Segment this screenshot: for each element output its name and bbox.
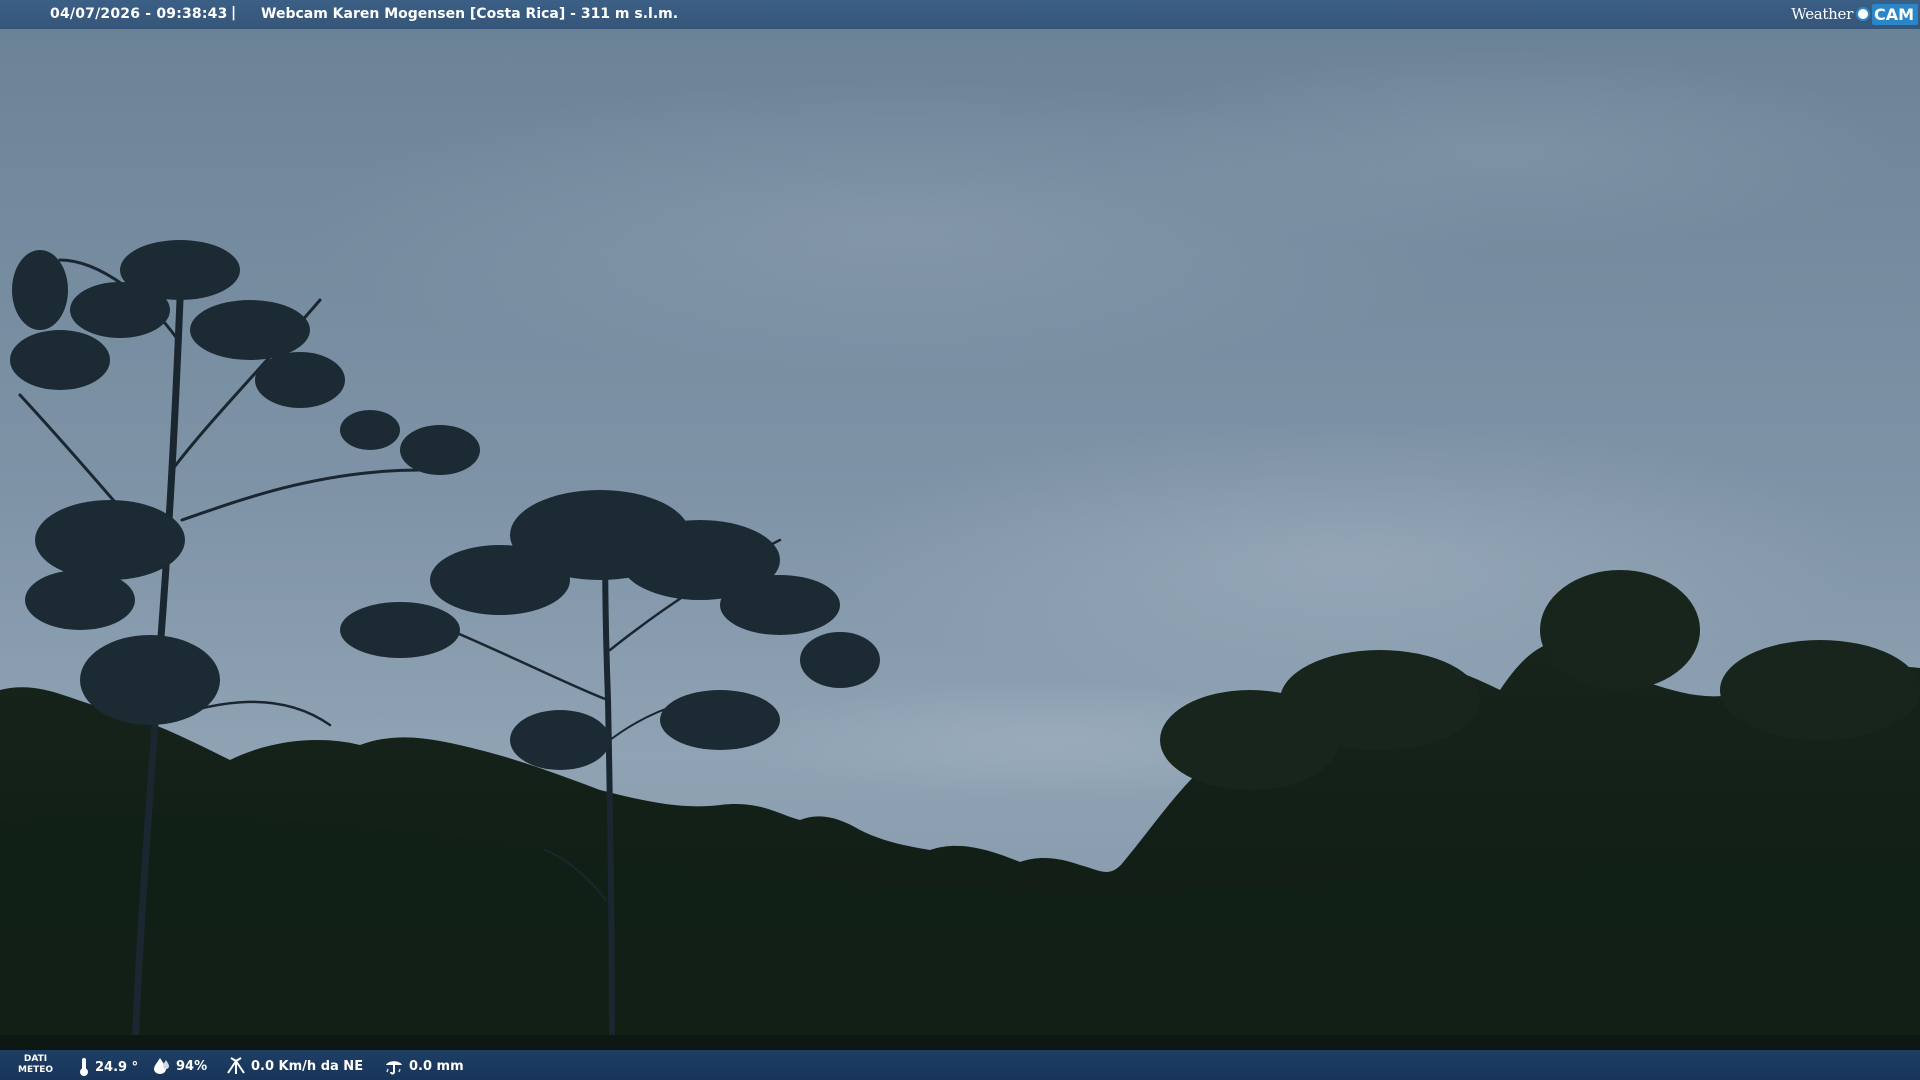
weather-data-bar: DATI METEO 24.9 ° 94% 0.0 Km/h da NE 0.0… <box>0 1050 1920 1080</box>
webcam-title: Webcam Karen Mogensen [Costa Rica] - 311… <box>261 6 679 22</box>
logo-cam: CAM <box>1871 3 1918 25</box>
webcam-view: 04/07/2026 - 09:38:43 | Webcam Karen Mog… <box>0 0 1920 1080</box>
humidity-reading: 94% <box>153 1057 207 1075</box>
temperature-reading: 24.9 ° <box>78 1057 138 1077</box>
separator: | <box>231 5 237 21</box>
humidity-drop-icon <box>154 1058 169 1074</box>
wind-reading: 0.0 Km/h da NE <box>226 1057 363 1075</box>
thermometer-icon <box>80 1058 88 1076</box>
rain-icon <box>386 1061 402 1075</box>
logo-word: Weather <box>1791 5 1853 23</box>
rain-reading: 0.0 mm <box>384 1057 464 1075</box>
wind-icon <box>227 1057 245 1074</box>
dati-meteo-label: DATI METEO <box>18 1054 54 1075</box>
header-bar: 04/07/2026 - 09:38:43 | Webcam Karen Mog… <box>0 0 1920 29</box>
timestamp: 04/07/2026 - 09:38:43 <box>50 6 228 22</box>
weathercam-logo[interactable]: Weather CAM <box>1791 2 1918 26</box>
logo-dot-icon <box>1855 7 1870 21</box>
webcam-image <box>0 0 1920 1080</box>
